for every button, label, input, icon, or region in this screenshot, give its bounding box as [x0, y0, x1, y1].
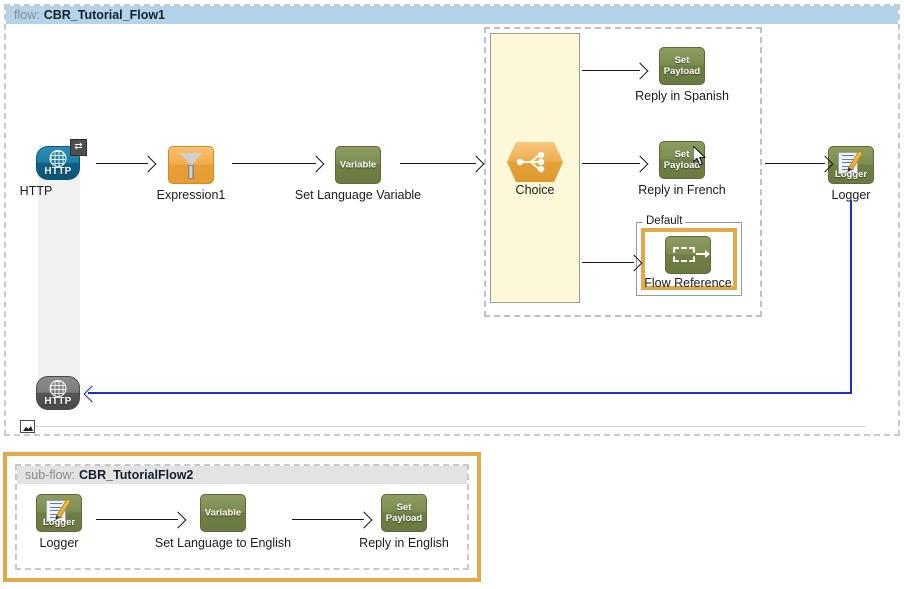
main-flow-header[interactable]: flow: CBR_Tutorial_Flow1 [6, 6, 898, 24]
main-flow-kind-label: flow: [14, 8, 40, 22]
response-path-vertical [850, 200, 852, 393]
node-logger-main[interactable]: Logger Logger [828, 146, 874, 184]
node-caption: Logger [40, 536, 79, 550]
sub-flow-kind-label: sub-flow: [25, 468, 75, 482]
logger-icon[interactable]: Logger [36, 494, 82, 532]
set-payload-icon[interactable]: Set Payload [381, 494, 427, 532]
set-payload-line1: Set [397, 502, 412, 513]
node-caption: Set Language to English [155, 536, 291, 550]
flow-reference-arrow-icon [696, 253, 705, 255]
choice-branch-glyph [507, 142, 563, 182]
node-set-language-variable[interactable]: Variable Set Language Variable [335, 146, 381, 184]
expression-icon[interactable] [168, 146, 214, 184]
set-payload-box-label: Set Payload [660, 55, 704, 77]
node-choice[interactable]: Choice [512, 143, 558, 181]
set-payload-line2: Payload [386, 513, 422, 524]
variable-icon[interactable]: Variable [200, 494, 246, 532]
node-reply-in-english[interactable]: Set Payload Reply in English [381, 494, 427, 532]
mouse-cursor [693, 146, 707, 167]
response-path-horizontal [88, 392, 852, 394]
sub-flow-name: CBR_TutorialFlow2 [79, 468, 193, 482]
node-set-language-to-english[interactable]: Variable Set Language to English [200, 494, 246, 532]
http-outbound-icon[interactable]: HTTP [36, 376, 80, 410]
flow-reference-dashed-box-icon [673, 247, 695, 262]
node-caption: Flow Reference [644, 276, 732, 290]
sub-flow-header[interactable]: sub-flow: CBR_TutorialFlow2 [17, 466, 467, 484]
node-caption: Choice [516, 183, 555, 197]
globe-icon [50, 380, 67, 397]
node-caption: Reply in French [638, 183, 726, 197]
canvas-handle-rule [36, 426, 866, 427]
http-outbound-box-label: HTTP [37, 396, 79, 407]
set-payload-box-label: Set Payload [382, 502, 426, 524]
set-payload-line2: Payload [664, 66, 700, 77]
http-inbound-box-label: HTTP [37, 166, 79, 177]
node-flow-reference[interactable]: Flow Reference [665, 236, 711, 274]
variable-box-label: Variable [201, 508, 245, 519]
set-payload-icon[interactable]: Set Payload [659, 47, 705, 85]
variable-box-label: Variable [336, 160, 380, 171]
set-payload-line1: Set [675, 149, 690, 160]
logger-box-label: Logger [37, 517, 81, 528]
flow-reference-icon[interactable] [665, 236, 711, 274]
http-exchange-badge-icon: ⇄ [70, 139, 87, 156]
globe-icon [50, 150, 67, 167]
main-flow-name: CBR_Tutorial_Flow1 [44, 8, 165, 22]
node-expression1[interactable]: Expression1 [168, 146, 214, 184]
node-caption: Reply in English [359, 536, 449, 550]
filter-funnel-icon [180, 153, 202, 179]
node-caption: Expression1 [157, 188, 226, 202]
main-flow-panel[interactable]: flow: CBR_Tutorial_Flow1 [4, 4, 900, 436]
logger-box-label: Logger [829, 169, 873, 180]
http-inbound-icon[interactable]: HTTP ⇄ [36, 146, 80, 180]
choice-router-icon[interactable] [512, 143, 558, 181]
logger-icon[interactable]: Logger [828, 146, 874, 184]
node-caption: Reply in Spanish [635, 89, 729, 103]
node-reply-in-spanish[interactable]: Set Payload Reply in Spanish [659, 47, 705, 85]
node-caption: Set Language Variable [295, 188, 421, 202]
default-group-label: Default [643, 215, 685, 227]
set-payload-line1: Set [675, 55, 690, 66]
flow-editor-canvas[interactable]: flow: CBR_Tutorial_Flow1 HTTP ⇄ HTTP HTTP… [0, 0, 904, 589]
node-logger-subflow[interactable]: Logger Logger [36, 494, 82, 532]
canvas-collapse-handle[interactable] [20, 420, 35, 433]
http-endpoint-band [38, 172, 80, 390]
variable-icon[interactable]: Variable [335, 146, 381, 184]
node-caption: HTTP [20, 184, 53, 198]
